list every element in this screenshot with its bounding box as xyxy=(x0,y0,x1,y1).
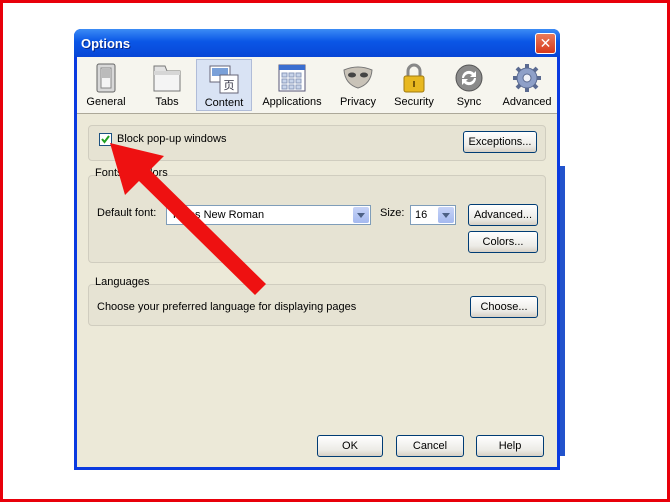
tab-sync[interactable]: Sync xyxy=(444,59,494,111)
block-popups-label[interactable]: Block pop-up windows xyxy=(117,133,226,145)
chevron-down-icon[interactable] xyxy=(438,207,454,223)
choose-language-button[interactable]: Choose... xyxy=(470,296,538,318)
tab-advanced-label: Advanced xyxy=(502,96,552,108)
tab-tabs-label: Tabs xyxy=(155,96,179,108)
tab-tabs[interactable]: Tabs xyxy=(142,59,192,111)
options-dialog: Options ✕ General Tabs 页 Content Applica… xyxy=(74,29,560,470)
tab-content-label: Content xyxy=(204,97,244,109)
tab-general-label: General xyxy=(86,96,126,108)
size-label: Size: xyxy=(380,207,405,219)
default-font-select[interactable]: Times New Roman xyxy=(166,205,371,225)
close-icon[interactable]: ✕ xyxy=(535,33,556,54)
tab-privacy[interactable]: Privacy xyxy=(333,59,383,111)
applications-icon xyxy=(278,64,306,92)
dialog-body: General Tabs 页 Content Applications Priv… xyxy=(77,57,557,467)
tab-security[interactable]: Security xyxy=(389,59,439,111)
tab-content[interactable]: 页 Content xyxy=(196,59,252,111)
ok-button[interactable]: OK xyxy=(317,435,383,457)
tab-privacy-label: Privacy xyxy=(339,96,377,108)
exceptions-button[interactable]: Exceptions... xyxy=(463,131,537,153)
tab-security-label: Security xyxy=(394,96,434,108)
content-icon: 页 xyxy=(209,65,239,94)
block-popups-checkbox[interactable] xyxy=(99,133,112,146)
gear-icon xyxy=(513,64,541,92)
tab-advanced[interactable]: Advanced xyxy=(500,59,554,111)
languages-group: Languages Choose your preferred language… xyxy=(88,276,546,326)
fonts-colors-heading: Fonts & Colors xyxy=(95,167,168,179)
fonts-colors-group: Fonts & Colors Default font: Times New R… xyxy=(88,167,546,263)
tab-sync-label: Sync xyxy=(456,96,482,108)
tabs-icon xyxy=(153,65,181,92)
tab-applications-label: Applications xyxy=(262,96,322,108)
popup-group: Block pop-up windows Exceptions... xyxy=(88,125,546,161)
pane-toolbar: General Tabs 页 Content Applications Priv… xyxy=(77,57,557,114)
title-bar[interactable]: Options ✕ xyxy=(74,29,560,57)
cancel-button[interactable]: Cancel xyxy=(396,435,464,457)
lock-icon xyxy=(403,63,425,93)
default-font-value: Times New Roman xyxy=(171,209,265,221)
colors-button[interactable]: Colors... xyxy=(468,231,538,253)
svg-text:页: 页 xyxy=(224,79,235,92)
switch-icon xyxy=(96,63,116,93)
chevron-down-icon[interactable] xyxy=(353,207,369,223)
checkmark-icon xyxy=(101,135,110,144)
tab-general[interactable]: General xyxy=(81,59,131,111)
default-font-label: Default font: xyxy=(97,207,157,219)
languages-heading: Languages xyxy=(95,276,150,288)
languages-description: Choose your preferred language for displ… xyxy=(97,301,357,313)
help-button[interactable]: Help xyxy=(476,435,544,457)
font-size-value: 16 xyxy=(415,209,428,221)
sync-icon xyxy=(455,64,483,92)
font-size-select[interactable]: 16 xyxy=(410,205,456,225)
advanced-fonts-button[interactable]: Advanced... xyxy=(468,204,538,226)
tab-applications[interactable]: Applications xyxy=(260,59,324,111)
mask-icon xyxy=(343,66,373,89)
window-title: Options xyxy=(81,36,131,51)
